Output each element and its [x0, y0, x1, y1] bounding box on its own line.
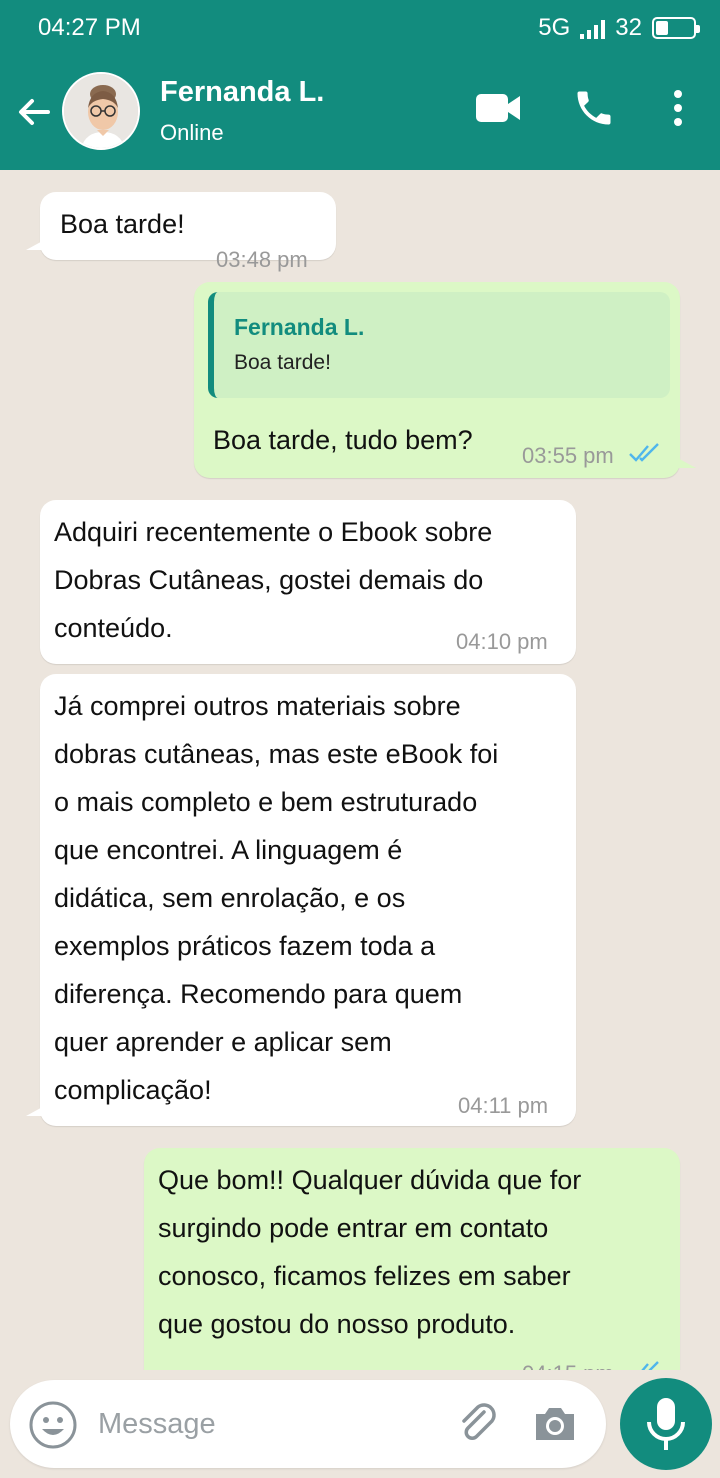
camera-icon[interactable]	[532, 1402, 578, 1444]
emoji-icon[interactable]	[28, 1400, 78, 1450]
contact-status: Online	[160, 120, 224, 145]
message-text: Adquiri recentemente o Ebook sobre Dobra…	[54, 517, 493, 643]
video-call-icon[interactable]	[474, 88, 522, 128]
attachment-icon[interactable]	[454, 1400, 502, 1448]
battery-level: 32	[615, 14, 642, 41]
quoted-sender: Fernanda L.	[234, 314, 365, 340]
avatar-portrait	[64, 74, 138, 148]
quoted-text: Boa tarde!	[234, 351, 331, 374]
phone-icon[interactable]	[572, 86, 616, 130]
status-indicators: 5G 32	[538, 14, 700, 42]
message-time: 04:10 pm	[456, 629, 548, 654]
chat-messages[interactable]: Boa tarde! 03:48 pm Fernanda L. Boa tard…	[0, 170, 720, 1370]
message-incoming[interactable]: Já comprei outros materiais sobre dobras…	[26, 674, 576, 1126]
contact-name[interactable]: Fernanda L.	[160, 76, 324, 109]
back-arrow-icon[interactable]	[14, 92, 54, 132]
message-input[interactable]	[98, 1394, 438, 1454]
message-incoming[interactable]: Adquiri recentemente o Ebook sobre Dobra…	[40, 500, 576, 664]
battery-icon	[652, 17, 700, 39]
avatar[interactable]	[62, 72, 140, 150]
message-text: Boa tarde!	[60, 209, 185, 239]
message-outgoing[interactable]: Fernanda L. Boa tarde! Boa tarde, tudo b…	[194, 282, 696, 478]
read-receipt-icon	[629, 443, 659, 462]
chat-header: Fernanda L. Online	[0, 56, 720, 170]
message-outgoing[interactable]: Que bom!! Qualquer dúvida que for surgin…	[144, 1148, 680, 1370]
message-time: 04:15 pm	[522, 1362, 614, 1371]
voice-record-button[interactable]	[620, 1378, 712, 1470]
message-text: Já comprei outros materiais sobre dobras…	[54, 691, 499, 1105]
status-time: 04:27 PM	[38, 14, 141, 41]
message-incoming[interactable]: Boa tarde! 03:48 pm	[26, 192, 336, 272]
message-time: 04:11 pm	[458, 1093, 549, 1118]
message-time: 03:48 pm	[216, 247, 308, 272]
message-text: Boa tarde, tudo bem?	[213, 425, 473, 455]
network-type: 5G	[538, 14, 571, 41]
message-text: Que bom!! Qualquer dúvida que for surgin…	[158, 1165, 582, 1339]
message-time: 03:55 pm	[522, 443, 614, 468]
more-options-icon[interactable]	[664, 88, 692, 128]
read-receipt-icon	[641, 1361, 659, 1370]
message-composer	[10, 1380, 606, 1468]
signal-icon	[580, 17, 606, 39]
microphone-icon	[647, 1398, 685, 1450]
status-bar: 04:27 PM 5G 32	[0, 0, 720, 56]
quoted-message[interactable]: Fernanda L. Boa tarde!	[208, 292, 670, 398]
